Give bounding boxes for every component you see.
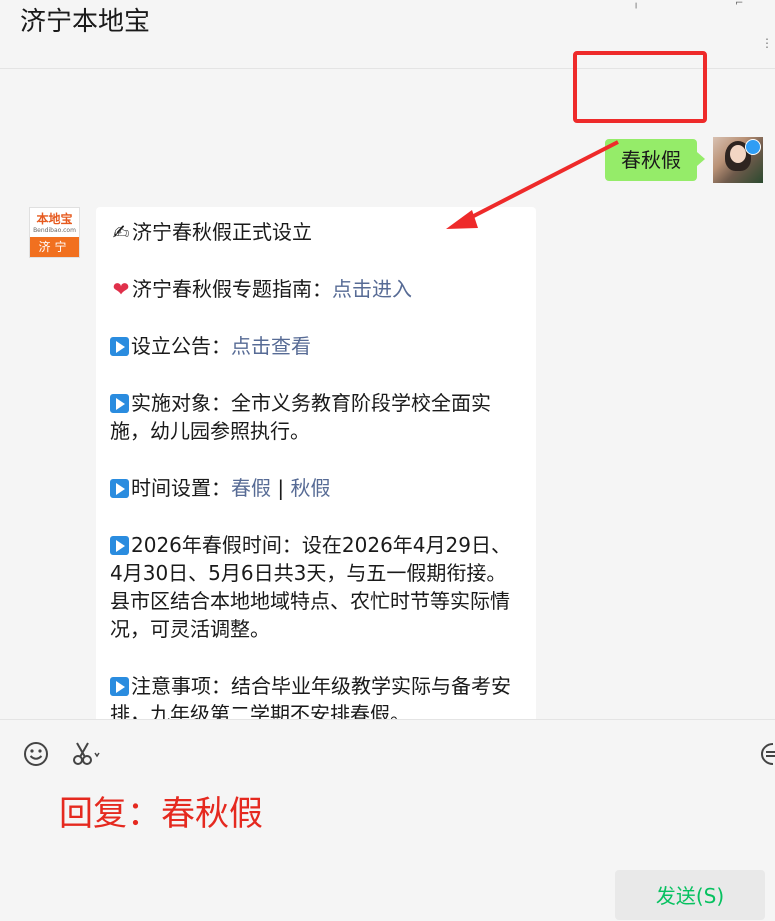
- line-schedule: 时间设置：春假 | 秋假: [110, 474, 522, 502]
- guide-link[interactable]: 点击进入: [332, 277, 412, 301]
- writing-hand-icon: ✍: [112, 220, 130, 244]
- link-separator: |: [271, 476, 291, 500]
- bot-message-bubble: ✍ 济宁春秋假正式设立 ❤ 济宁春秋假专题指南：点击进入 设立公告：点击查看 实施对…: [96, 207, 536, 719]
- scissors-icon[interactable]: [72, 740, 102, 768]
- play-icon: [110, 536, 129, 555]
- self-avatar[interactable]: [713, 137, 763, 183]
- play-icon: [110, 479, 129, 498]
- chat-messages[interactable]: 春秋假 本地宝 Bendibao.com 济宁 ✍ 济宁春秋假正式设立 ❤ 济宁春秋…: [0, 69, 775, 719]
- notes-text: 注意事项：结合毕业年级教学实际与备考安排，九年级第二学期不安排春假。: [110, 674, 511, 719]
- bot-logo-text: 本地宝: [36, 212, 73, 226]
- announcement-label: 设立公告：: [131, 334, 231, 358]
- heart-icon: ❤: [112, 277, 130, 301]
- bot-logo-sub: Bendibao.com: [33, 227, 76, 234]
- line-established-text: 济宁春秋假正式设立: [132, 220, 312, 244]
- line-target: 实施对象：全市义务教育阶段学校全面实施，幼儿园参照执行。: [110, 389, 522, 445]
- input-area[interactable]: 回复：春秋假 发送(S): [0, 719, 775, 920]
- bot-logo-city: 济宁: [30, 237, 79, 257]
- autumn-break-link[interactable]: 秋假: [290, 476, 330, 500]
- play-icon: [110, 677, 129, 696]
- spring-dates-text: 2026年春假时间：设在2026年4月29日、4月30日、5月6日共3天，与五一…: [110, 533, 511, 585]
- line-adjust: 县市区结合本地地域特点、农忙时节等实际情况，可灵活调整。: [110, 589, 510, 641]
- line-notes: 注意事项：结合毕业年级教学实际与备考安排，九年级第二学期不安排春假。: [110, 672, 522, 719]
- chat-bubble-icon[interactable]: [760, 740, 775, 768]
- line-established: ✍ 济宁春秋假正式设立: [110, 218, 522, 246]
- reply-instruction-text: 回复：春秋假: [59, 794, 263, 834]
- chat-title: 济宁本地宝: [20, 7, 151, 37]
- spring-break-link[interactable]: 春假: [231, 476, 271, 500]
- smiley-icon[interactable]: [22, 740, 50, 768]
- chat-header: 济宁本地宝 ╷ ⌐ ⋮: [0, 0, 775, 69]
- play-icon: [110, 337, 129, 356]
- play-icon: [110, 394, 129, 413]
- self-message-bubble[interactable]: 春秋假: [605, 139, 705, 181]
- schedule-label: 时间设置：: [131, 476, 231, 500]
- line-announcement: 设立公告：点击查看: [110, 332, 522, 360]
- window-close-icon[interactable]: ⌐: [735, 0, 745, 9]
- target-text: 实施对象：全市义务教育阶段学校全面实施，幼儿园参照执行。: [110, 391, 491, 443]
- announcement-link[interactable]: 点击查看: [231, 334, 311, 358]
- avatar-face: [730, 145, 746, 163]
- send-button[interactable]: 发送(S): [615, 870, 765, 920]
- window-pin-icon[interactable]: ╷: [633, 0, 643, 9]
- line-spring-dates: 2026年春假时间：设在2026年4月29日、4月30日、5月6日共3天，与五一…: [110, 531, 522, 587]
- line-guide: ❤ 济宁春秋假专题指南：点击进入: [110, 275, 522, 303]
- guide-label: 济宁春秋假专题指南：: [132, 277, 332, 301]
- avatar-badge-icon: [745, 139, 761, 155]
- bot-avatar[interactable]: 本地宝 Bendibao.com 济宁: [29, 207, 80, 258]
- more-options-icon[interactable]: ⋮: [761, 36, 773, 50]
